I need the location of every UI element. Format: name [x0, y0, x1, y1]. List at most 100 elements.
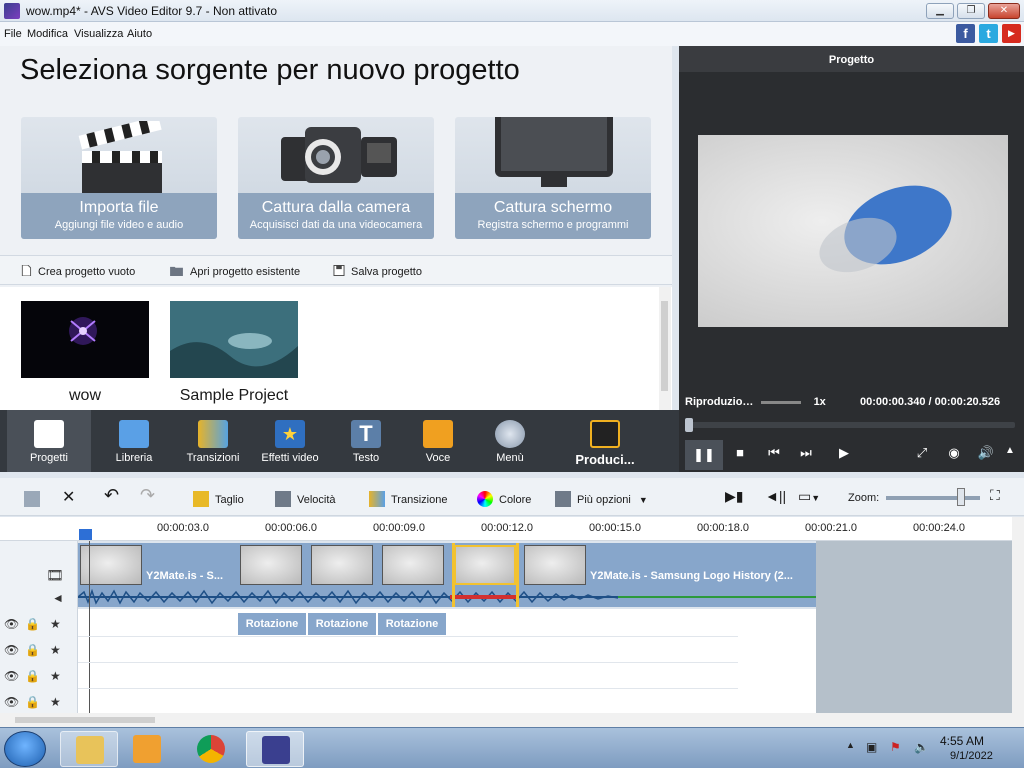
tab-testo[interactable]: T Testo: [338, 410, 394, 472]
menu-bar: File Modifica Visualizza Aiuto: [0, 22, 1024, 46]
delete-button[interactable]: ✕: [62, 487, 75, 507]
network-icon[interactable]: ▣: [866, 740, 877, 754]
speed-slider[interactable]: [760, 400, 801, 404]
tool-label: Colore: [499, 494, 532, 506]
visibility-icon[interactable]: 👁: [4, 617, 19, 631]
capture-screen-card[interactable]: Cattura schermo Registra schermo e progr…: [455, 117, 651, 239]
lock-icon[interactable]: 🔒: [25, 695, 40, 709]
ruler-tick: 00:00:21.0: [805, 522, 857, 534]
audio-waveform: [78, 589, 816, 605]
zoom-slider-knob[interactable]: [957, 488, 965, 506]
visibility-icon[interactable]: 👁: [4, 643, 19, 657]
fit-timeline-icon[interactable]: ⛶: [990, 487, 1000, 504]
more-options-button[interactable]: Più opzioni ▼: [555, 491, 648, 507]
audio-mute-icon[interactable]: ◄: [52, 591, 64, 605]
effect-clip-rotation[interactable]: Rotazione: [238, 613, 307, 635]
clock-date[interactable]: 9/1/2022: [950, 750, 993, 762]
undo-button[interactable]: ↶: [104, 485, 119, 506]
ruler-tick: 00:00:03.0: [157, 522, 209, 534]
media-player-icon: [133, 735, 161, 763]
start-button[interactable]: [4, 731, 46, 767]
facebook-icon[interactable]: f: [956, 24, 975, 43]
project-item[interactable]: Sample Project: [170, 301, 298, 405]
zoom-slider[interactable]: [886, 496, 980, 500]
taskbar-explorer[interactable]: [60, 731, 118, 767]
trim-marker-end[interactable]: [516, 543, 519, 607]
timeline-horizontal-scrollbar[interactable]: [0, 713, 1012, 727]
tab-effetti-video[interactable]: ★ Effetti video: [254, 410, 326, 472]
trim-button[interactable]: Taglio: [193, 491, 244, 507]
lock-icon[interactable]: 🔒: [25, 617, 40, 631]
playback-info: Riproduzio… 1x 00:00:00.340 / 00:00:20.5…: [685, 396, 1000, 408]
save-icon: [333, 265, 345, 276]
speaker-icon[interactable]: 🔈: [914, 740, 929, 754]
taskbar-avs-video-editor[interactable]: [246, 731, 304, 767]
tab-libreria[interactable]: Libreria: [100, 410, 168, 472]
storyboard-button[interactable]: [24, 491, 46, 507]
ruler-tick: 00:00:24.0: [913, 522, 965, 534]
tab-label: Effetti video: [261, 452, 319, 464]
seek-knob[interactable]: [685, 418, 693, 432]
tab-voce[interactable]: Voce: [412, 410, 464, 472]
video-track-icon: 🎞: [46, 567, 64, 583]
tray-expand-icon[interactable]: ▲: [846, 740, 855, 750]
twitter-icon[interactable]: t: [979, 24, 998, 43]
speed-button[interactable]: Velocità: [275, 491, 336, 507]
play-selection-button[interactable]: ▶: [833, 445, 855, 461]
monitor-icon: [495, 117, 613, 187]
menu-modifica[interactable]: Modifica: [27, 28, 68, 40]
previous-frame-button[interactable]: ⏮: [763, 445, 785, 461]
pause-button[interactable]: ❚❚: [685, 440, 723, 470]
projects-scrollbar[interactable]: [659, 287, 671, 410]
lock-icon[interactable]: 🔒: [25, 643, 40, 657]
menu-aiuto[interactable]: Aiuto: [127, 28, 152, 40]
audio-mixer-icon[interactable]: ◄||: [765, 488, 786, 504]
close-button[interactable]: ✕: [988, 3, 1020, 19]
taskbar-media-player[interactable]: [118, 731, 176, 767]
ruler-tick: 00:00:06.0: [265, 522, 317, 534]
tab-menu[interactable]: Menù: [484, 410, 536, 472]
save-project-button[interactable]: Salva progetto: [333, 265, 422, 278]
open-project-button[interactable]: Apri progetto esistente: [169, 265, 300, 278]
seek-bar[interactable]: [685, 418, 1015, 432]
capture-camera-card[interactable]: Cattura dalla camera Acquisisci dati da …: [238, 117, 434, 239]
menu-file[interactable]: File: [4, 28, 22, 40]
tab-progetti[interactable]: Progetti: [7, 410, 91, 472]
effect-clip-rotation[interactable]: Rotazione: [378, 613, 447, 635]
transition-button[interactable]: Transizione: [369, 491, 447, 507]
timeline-ruler[interactable]: 00:00:03.0 00:00:06.0 00:00:09.0 00:00:1…: [0, 517, 1012, 541]
snapshot-icon[interactable]: ◉: [943, 445, 965, 461]
new-project-button[interactable]: Crea progetto vuoto: [20, 265, 135, 278]
maximize-button[interactable]: ❐: [957, 3, 985, 19]
project-item[interactable]: wow: [21, 301, 149, 405]
timeline-vertical-scrollbar[interactable]: [1012, 517, 1024, 727]
redo-button[interactable]: ↷: [140, 485, 155, 506]
taskbar-chrome[interactable]: [182, 731, 240, 767]
tab-label: Transizioni: [186, 452, 240, 464]
clock-time[interactable]: 4:55 AM: [940, 734, 984, 748]
lock-icon[interactable]: 🔒: [25, 669, 40, 683]
import-file-card[interactable]: Importa file Aggiungi file video e audio: [21, 117, 217, 239]
minimize-button[interactable]: ▁: [926, 3, 954, 19]
expand-icon[interactable]: ▲: [999, 445, 1021, 456]
stop-button[interactable]: ■: [729, 445, 751, 460]
split-audio-icon[interactable]: ▶▮: [725, 488, 743, 505]
project-name: Sample Project: [179, 387, 289, 404]
color-button[interactable]: Colore: [477, 491, 531, 507]
volume-icon[interactable]: 🔊: [975, 445, 997, 461]
next-frame-button[interactable]: ⏭: [795, 445, 817, 461]
visibility-icon[interactable]: 👁: [4, 669, 19, 683]
aspect-ratio-icon[interactable]: ▭▼: [798, 488, 820, 505]
timeline-tracks: 🎞 ◄ 👁 🔒 ★ 👁 🔒 ★ 👁 🔒 ★ 👁 🔒 ★ Y2Mate.is - …: [0, 541, 1012, 713]
youtube-icon[interactable]: ▶: [1002, 24, 1021, 43]
menu-visualizza[interactable]: Visualizza: [74, 28, 123, 40]
tab-transizioni[interactable]: Transizioni: [180, 410, 246, 472]
effect-clip-rotation[interactable]: Rotazione: [308, 613, 377, 635]
visibility-icon[interactable]: 👁: [4, 695, 19, 709]
trim-marker-start[interactable]: [452, 543, 455, 607]
detach-preview-icon[interactable]: ⤢: [911, 445, 933, 461]
video-clip[interactable]: Y2Mate.is - S... Y2Mate.is - Samsung Log…: [78, 543, 816, 607]
action-center-icon[interactable]: ⚑: [890, 740, 901, 754]
tab-produci[interactable]: Produci...: [572, 410, 638, 472]
playhead[interactable]: [79, 529, 92, 540]
